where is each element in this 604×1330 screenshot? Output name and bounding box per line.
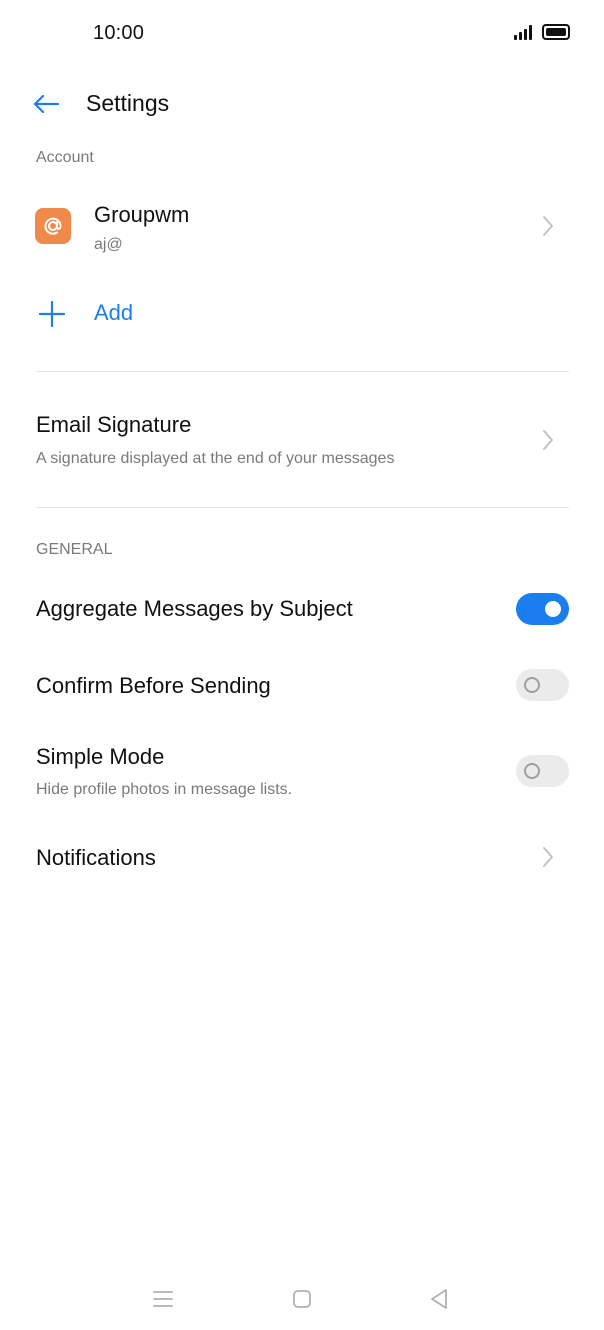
status-icons [514,24,570,40]
notifications-title: Notifications [36,845,156,870]
account-avatar [35,208,71,244]
home-icon [293,1290,311,1308]
divider [36,371,569,372]
account-row[interactable]: Groupwm aj@ [0,190,604,266]
aggregate-messages-row[interactable]: Aggregate Messages by Subject [0,584,604,636]
confirm-before-sending-toggle[interactable] [516,669,569,701]
add-label: Add [94,300,134,325]
add-account-button[interactable]: Add [0,288,604,340]
nav-menu-button[interactable] [148,1284,178,1314]
aggregate-messages-title: Aggregate Messages by Subject [36,596,353,621]
menu-icon [153,1291,173,1307]
section-header-general: GENERAL [36,541,113,558]
email-signature-row[interactable]: Email Signature A signature displayed at… [0,400,604,484]
toggle-knob [524,763,540,779]
toggle-knob [545,601,561,617]
email-signature-subtitle: A signature displayed at the end of your… [36,450,395,467]
page-title: Settings [86,90,170,116]
chevron-right-icon [538,843,558,871]
plus-icon [39,301,65,327]
notifications-row[interactable]: Notifications [0,830,604,886]
chevron-right-icon [538,426,558,454]
simple-mode-title: Simple Mode [36,744,165,769]
aggregate-messages-toggle[interactable] [516,593,569,625]
battery-icon [542,24,570,40]
at-sign-icon [44,217,62,235]
account-email: aj@ [94,236,123,253]
simple-mode-row[interactable]: Simple Mode Hide profile photos in messa… [0,730,604,812]
back-arrow-icon [33,94,59,114]
signal-icon [514,24,532,40]
confirm-before-sending-row[interactable]: Confirm Before Sending [0,660,604,712]
section-header-account: Account [36,149,94,166]
nav-back-button[interactable] [424,1284,454,1314]
nav-home-button[interactable] [287,1284,317,1314]
status-time: 10:00 [93,22,145,44]
account-name: Groupwm [94,202,190,227]
simple-mode-subtitle: Hide profile photos in message lists. [36,781,293,798]
back-triangle-icon [431,1289,447,1309]
back-button[interactable] [30,88,62,120]
confirm-before-sending-title: Confirm Before Sending [36,673,271,698]
simple-mode-toggle[interactable] [516,755,569,787]
toggle-knob [524,677,540,693]
email-signature-title: Email Signature [36,412,192,437]
divider [36,507,569,508]
chevron-right-icon [538,212,558,240]
